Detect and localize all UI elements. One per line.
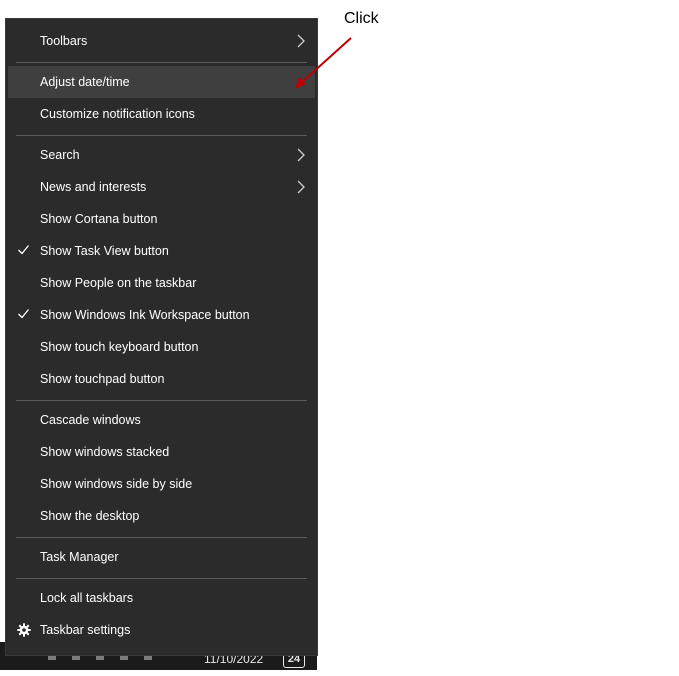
gear-icon — [17, 623, 31, 637]
menu-item-label: Show People on the taskbar — [40, 276, 197, 290]
chevron-right-icon — [297, 180, 305, 194]
menu-item-label: Search — [40, 148, 80, 162]
menu-separator — [16, 62, 307, 63]
menu-separator — [16, 537, 307, 538]
menu-item-lock-all-taskbars[interactable]: Lock all taskbars — [8, 582, 315, 614]
menu-item-show-touch-keyboard-button[interactable]: Show touch keyboard button — [8, 331, 315, 363]
menu-item-customize-notification-icons[interactable]: Customize notification icons — [8, 98, 315, 130]
check-icon — [18, 245, 30, 255]
menu-separator — [16, 400, 307, 401]
menu-item-show-the-desktop[interactable]: Show the desktop — [8, 500, 315, 532]
menu-item-label: Lock all taskbars — [40, 591, 134, 605]
menu-item-label: Show touchpad button — [40, 372, 165, 386]
menu-item-label: News and interests — [40, 180, 147, 194]
menu-item-show-task-view-button[interactable]: Show Task View button — [8, 235, 315, 267]
menu-item-show-people-on-taskbar[interactable]: Show People on the taskbar — [8, 267, 315, 299]
menu-item-search[interactable]: Search — [8, 139, 315, 171]
menu-item-label: Cascade windows — [40, 413, 141, 427]
menu-item-cascade-windows[interactable]: Cascade windows — [8, 404, 315, 436]
menu-item-show-windows-ink-workspace-button[interactable]: Show Windows Ink Workspace button — [8, 299, 315, 331]
menu-item-label: Show windows side by side — [40, 477, 193, 491]
menu-item-toolbars[interactable]: Toolbars — [8, 25, 315, 57]
menu-item-task-manager[interactable]: Task Manager — [8, 541, 315, 573]
menu-item-show-windows-stacked[interactable]: Show windows stacked — [8, 436, 315, 468]
menu-separator — [16, 135, 307, 136]
menu-item-show-touchpad-button[interactable]: Show touchpad button — [8, 363, 315, 395]
menu-item-label: Show touch keyboard button — [40, 340, 199, 354]
menu-item-show-windows-side-by-side[interactable]: Show windows side by side — [8, 468, 315, 500]
menu-item-label: Show Cortana button — [40, 212, 158, 226]
chevron-right-icon — [297, 34, 305, 48]
menu-item-label: Show the desktop — [40, 509, 140, 523]
menu-item-show-cortana-button[interactable]: Show Cortana button — [8, 203, 315, 235]
menu-item-label: Toolbars — [40, 34, 88, 48]
check-icon — [18, 309, 30, 319]
menu-item-label: Show windows stacked — [40, 445, 170, 459]
menu-item-label: Show Task View button — [40, 244, 169, 258]
menu-item-label: Show Windows Ink Workspace button — [40, 308, 250, 322]
menu-item-label: Adjust date/time — [40, 75, 130, 89]
chevron-right-icon — [297, 148, 305, 162]
menu-item-label: Task Manager — [40, 550, 119, 564]
menu-item-adjust-date-time[interactable]: Adjust date/time — [8, 66, 315, 98]
menu-item-taskbar-settings[interactable]: Taskbar settings — [8, 614, 315, 646]
menu-item-news-and-interests[interactable]: News and interests — [8, 171, 315, 203]
menu-item-label: Taskbar settings — [40, 623, 131, 637]
taskbar-context-menu: Toolbars Adjust date/time Customize noti… — [6, 19, 317, 655]
callout-label: Click — [344, 10, 379, 27]
menu-separator — [16, 578, 307, 579]
menu-item-label: Customize notification icons — [40, 107, 195, 121]
